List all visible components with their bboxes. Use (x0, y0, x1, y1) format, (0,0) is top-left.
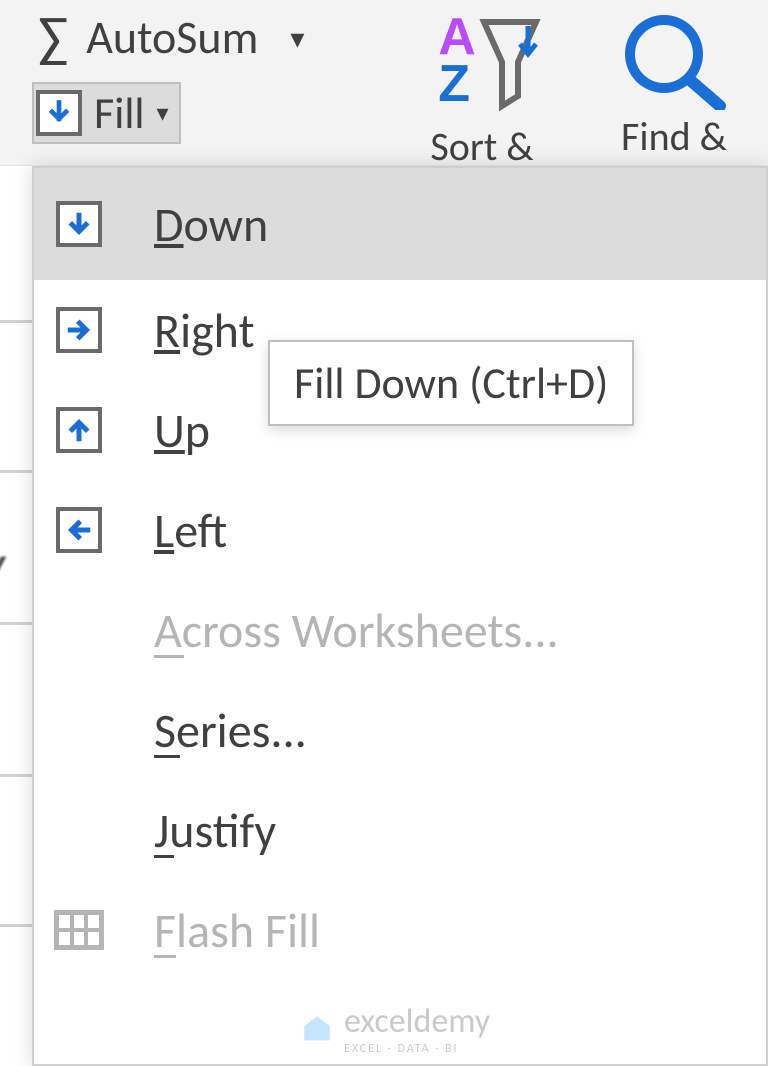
dropdown-caret-icon[interactable]: ▾ (290, 21, 304, 56)
fill-down-icon (36, 90, 82, 136)
menu-item-flash-fill: Flash Fill (34, 880, 766, 980)
partial-text: Y (0, 540, 6, 606)
menu-label-justify: Justify (154, 801, 276, 860)
tooltip-fill-down: Fill Down (Ctrl+D) (268, 340, 634, 426)
menu-item-left[interactable]: Left (34, 480, 766, 580)
flash-fill-icon (54, 910, 104, 950)
menu-item-across-worksheets: Across Worksheets... (34, 580, 766, 680)
autosum-button[interactable]: ∑ AutoSum ▾ (38, 10, 304, 66)
find-select-button[interactable]: Find & (614, 10, 734, 161)
sigma-icon: ∑ (38, 10, 68, 66)
menu-item-justify[interactable]: Justify (34, 780, 766, 880)
arrow-down-icon (56, 201, 102, 247)
menu-item-series[interactable]: Series... (34, 680, 766, 780)
ribbon-editing-group: ∑ AutoSum ▾ Fill ▾ A Z Sort & Find & (0, 0, 768, 166)
fill-button[interactable]: Fill ▾ (32, 82, 181, 144)
autosum-label: AutoSum (86, 10, 258, 66)
gridline (0, 320, 32, 323)
menu-label-flash: Flash Fill (154, 901, 320, 960)
fill-label: Fill (94, 86, 145, 140)
watermark-sub: EXCEL · DATA · BI (344, 1042, 490, 1056)
arrow-left-icon (56, 507, 102, 553)
sort-filter-button[interactable]: A Z Sort & (400, 14, 580, 171)
gridline (0, 924, 32, 927)
fill-dropdown-menu: Down Right Up Left (32, 166, 768, 1066)
menu-label-left: Left (154, 501, 227, 560)
watermark-main: exceldemy (344, 1001, 490, 1042)
menu-label-series: Series... (154, 701, 307, 760)
gridline (0, 470, 32, 473)
menu-label-across: Across Worksheets... (154, 601, 559, 660)
gridline (0, 622, 32, 625)
dropdown-caret-icon: ▾ (157, 99, 169, 128)
magnifier-icon (614, 10, 734, 110)
menu-label-right: Right (154, 301, 255, 360)
gridline (0, 774, 32, 777)
menu-item-down[interactable]: Down (34, 168, 766, 280)
sort-filter-label: Sort & (430, 122, 533, 171)
arrow-right-icon (56, 307, 102, 353)
sort-az-icon: A Z (438, 14, 542, 114)
find-select-label: Find & (621, 112, 727, 161)
menu-label-up: Up (154, 401, 210, 460)
arrow-up-icon (56, 407, 102, 453)
watermark: exceldemy EXCEL · DATA · BI (300, 1001, 490, 1056)
menu-label-down: Down (154, 195, 268, 254)
